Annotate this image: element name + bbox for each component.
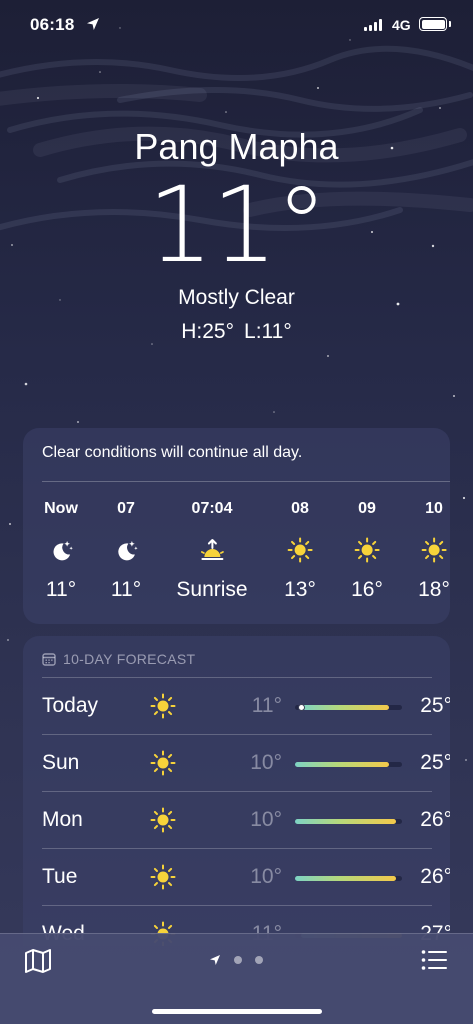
day-name: Today: [42, 694, 99, 717]
day-low: 11°: [251, 694, 282, 717]
city-name: Pang Mapha: [134, 126, 339, 167]
day-row[interactable]: Sun 10° 25°: [42, 734, 450, 791]
temperature-range-bar: [295, 704, 402, 711]
current-temperature: 11°: [147, 164, 327, 286]
signal-icon: [364, 19, 382, 31]
page-dot[interactable]: [255, 956, 263, 964]
divider: [42, 481, 450, 482]
day-row[interactable]: Tue 10° 26°: [42, 848, 450, 905]
home-indicator[interactable]: [152, 1009, 322, 1014]
status-bar: 06:18 4G: [0, 0, 473, 52]
sun-icon: [287, 537, 313, 563]
temperature-range-bar: [295, 819, 402, 824]
temperature-range-bar: [295, 876, 402, 881]
day-name: Mon: [42, 808, 83, 831]
status-time: 06:18: [30, 15, 75, 34]
day-high: 25°: [420, 694, 450, 717]
high-temp: H:25°: [181, 320, 235, 343]
day-high: 25°: [420, 751, 450, 774]
battery-icon: [419, 17, 447, 31]
calendar-icon: [42, 653, 56, 666]
temperature-range-fill: [301, 705, 390, 710]
current-temp-marker: [297, 704, 305, 711]
hour-temp: Sunrise: [176, 578, 248, 601]
hour-time: 07: [117, 500, 135, 517]
day-low: 10°: [250, 865, 282, 888]
temperature-range-bar: [295, 762, 402, 767]
ten-day-title: 10-DAY FORECAST: [63, 651, 196, 667]
sun-icon: [421, 537, 447, 563]
day-low: 10°: [250, 751, 282, 774]
moon-stars-icon: [53, 541, 73, 561]
day-high: 26°: [420, 865, 450, 888]
temperature-range-fill: [295, 762, 390, 767]
hour-time: 10: [425, 500, 443, 517]
hourly-list[interactable]: Now 11° 07 11° 07:04 Sunrise 08 13° 09 1…: [23, 500, 450, 620]
sun-icon: [150, 693, 176, 719]
sunrise-icon: [200, 539, 224, 560]
day-name: Tue: [42, 865, 78, 888]
map-icon[interactable]: [24, 948, 52, 974]
hour-time: Now: [44, 500, 78, 517]
day-name: Sun: [42, 751, 80, 774]
location-arrow-icon[interactable]: [209, 954, 221, 966]
hour-item: Now 11°: [44, 500, 78, 602]
hour-item: 10 18°: [418, 500, 450, 602]
current-condition: Mostly Clear: [178, 286, 295, 309]
temperature-range-fill: [295, 876, 396, 881]
battery-cap: [449, 21, 451, 27]
sun-icon: [354, 537, 380, 563]
sun-icon: [150, 750, 176, 776]
hour-item: 08 13°: [284, 500, 316, 602]
high-low: H:25° L:11°: [0, 320, 473, 344]
sun-icon: [150, 807, 176, 833]
hour-temp: 13°: [284, 578, 316, 601]
hour-temp: 18°: [418, 578, 450, 601]
hour-item: 07:04 Sunrise: [176, 500, 247, 602]
moon-stars-icon: [118, 541, 138, 561]
temperature-range-fill: [295, 819, 396, 824]
hour-time: 09: [358, 500, 376, 517]
bottom-toolbar: [0, 933, 473, 1024]
day-high: 26°: [420, 808, 450, 831]
day-row[interactable]: Mon 10° 26°: [42, 791, 450, 848]
hour-item: 09 16°: [351, 500, 383, 602]
hourly-summary: Clear conditions will continue all day.: [42, 444, 303, 461]
hour-item: 07 11°: [111, 500, 141, 602]
ten-day-forecast-card[interactable]: 10-DAY FORECAST Today 11° 25° Sun 10° 25…: [23, 636, 450, 946]
hour-temp: 11°: [110, 578, 142, 601]
hourly-forecast-card[interactable]: Clear conditions will continue all day. …: [23, 428, 450, 624]
network-type: 4G: [392, 17, 411, 33]
location-arrow-icon: [87, 18, 99, 30]
ten-day-header: 10-DAY FORECAST: [42, 651, 195, 667]
hour-temp: 11°: [45, 578, 77, 601]
hour-time: 08: [291, 500, 309, 517]
day-low: 10°: [250, 808, 282, 831]
day-row[interactable]: Today 11° 25°: [42, 677, 450, 734]
page-dot[interactable]: [234, 956, 242, 964]
page-indicator[interactable]: [209, 954, 263, 966]
list-icon[interactable]: [421, 949, 447, 971]
hour-temp: 16°: [351, 578, 383, 601]
sun-icon: [150, 864, 176, 890]
hour-time: 07:04: [191, 500, 233, 517]
low-temp: L:11°: [244, 320, 292, 343]
